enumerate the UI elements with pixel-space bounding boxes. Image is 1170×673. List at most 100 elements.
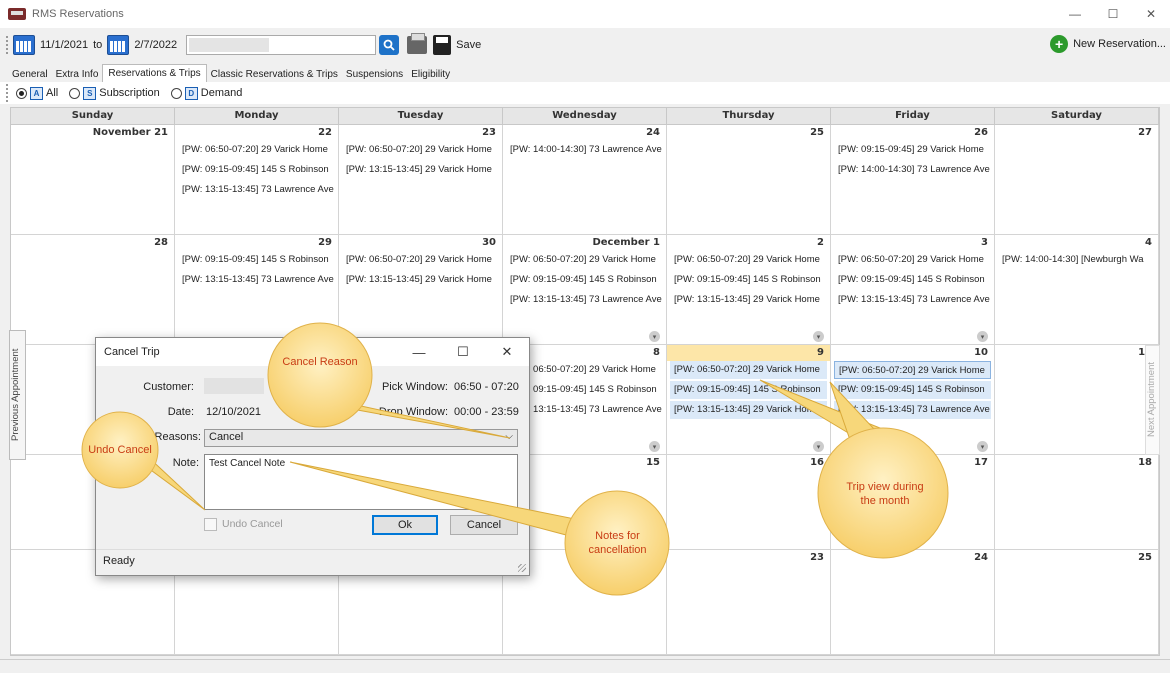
redacted-text: [189, 38, 270, 52]
day-cell[interactable]: 25: [995, 550, 1159, 655]
save-icon[interactable]: [433, 35, 452, 55]
to-date[interactable]: 2/7/2022: [134, 39, 177, 51]
day-number: 23: [482, 127, 496, 138]
trip-appointment[interactable]: [PW: 13:15-13:45] 73 Lawrence Ave: [178, 181, 335, 199]
trip-appointment[interactable]: [PW: 14:00-14:30] 73 Lawrence Ave: [834, 161, 991, 179]
day-cell[interactable]: 30 [PW: 06:50-07:20] 29 Varick Home [PW: 1…: [339, 235, 503, 345]
day-cell[interactable]: 24 [PW: 14:00-14:30] 73 Lawrence Ave: [503, 125, 667, 235]
day-cell[interactable]: 16: [667, 455, 831, 550]
close-button[interactable]: ✕: [1132, 0, 1170, 28]
to-date-calendar-icon[interactable]: [107, 35, 130, 55]
ok-button[interactable]: Ok: [372, 515, 438, 535]
day-cell[interactable]: 2 [PW: 06:50-07:20] 29 Varick Home [PW: 09…: [667, 235, 831, 345]
cancel-button[interactable]: Cancel: [450, 515, 518, 535]
tab-eligibility[interactable]: Eligibility: [407, 67, 454, 82]
trip-appointment[interactable]: [PW: 09:15-09:45] 145 S Robinson: [834, 271, 991, 289]
day-cell[interactable]: 23 [PW: 06:50-07:20] 29 Varick Home [PW: 1…: [339, 125, 503, 235]
expand-more-icon[interactable]: ▾: [977, 331, 988, 342]
filter-subscription-label[interactable]: Subscription: [99, 87, 160, 99]
trip-appointment[interactable]: [PW: 13:15-13:45] 73 Lawrence Ave: [834, 291, 991, 309]
day-cell[interactable]: 22 [PW: 06:50-07:20] 29 Varick Home [PW: 0…: [175, 125, 339, 235]
trip-appointment[interactable]: [PW: 09:15-09:45] 145 S Robinson: [178, 251, 335, 269]
minimize-button[interactable]: —: [1056, 0, 1094, 28]
maximize-button[interactable]: ☐: [1094, 0, 1132, 28]
day-cell[interactable]: 18: [995, 455, 1159, 550]
day-cell[interactable]: 3 [PW: 06:50-07:20] 29 Varick Home [PW: 09…: [831, 235, 995, 345]
tab-extra-info[interactable]: Extra Info: [52, 67, 103, 82]
day-cell[interactable]: 26 [PW: 09:15-09:45] 29 Varick Home [PW: 1…: [831, 125, 995, 235]
tab-general[interactable]: General: [8, 67, 52, 82]
filter-demand-radio[interactable]: [170, 87, 182, 99]
expand-more-icon[interactable]: ▾: [813, 331, 824, 342]
trip-appointment[interactable]: [PW: 06:50-07:20] 29 Varick Home: [670, 361, 827, 379]
trip-appointment[interactable]: [PW: 13:15-13:45] 29 Varick Home: [670, 291, 827, 309]
trip-appointment[interactable]: [PW: 06:50-07:20] 29 Varick Home: [670, 251, 827, 269]
print-icon[interactable]: [407, 33, 428, 54]
trip-appointment[interactable]: [PW: 13:15-13:45] 73 Lawrence Ave: [178, 271, 335, 289]
day-cell[interactable]: 23: [667, 550, 831, 655]
trip-appointment[interactable]: [PW: 13:15-13:45] 29 Varick Home: [342, 161, 499, 179]
expand-more-icon[interactable]: ▾: [977, 441, 988, 452]
trip-appointment[interactable]: [PW: 14:00-14:30] [Newburgh Wa: [998, 251, 1155, 269]
trip-appointment[interactable]: [PW: 06:50-07:20] 29 Varick Home: [506, 251, 663, 269]
filter-all-label[interactable]: All: [46, 87, 58, 99]
trip-appointment[interactable]: [PW: 13:15-13:45] 73 Lawrence Ave: [834, 401, 991, 419]
tab-reservations-trips[interactable]: Reservations & Trips: [102, 64, 207, 82]
day-cell[interactable]: 28: [11, 235, 175, 345]
day-cell[interactable]: 27: [995, 125, 1159, 235]
toolbar-grip: [6, 36, 9, 54]
trip-appointment[interactable]: [PW: 06:50-07:20] 29 Varick Home: [834, 251, 991, 269]
next-appointment-tab[interactable]: Next Appointment: [1145, 345, 1160, 455]
dialog-close-button[interactable]: ✕: [485, 338, 529, 366]
trip-appointment[interactable]: [PW: 06:50-07:20] 29 Varick Home: [342, 141, 499, 159]
search-input[interactable]: [186, 35, 377, 55]
trip-appointment[interactable]: [PW: 09:15-09:45] 145 S Robinson: [178, 161, 335, 179]
tab-classic-reservations-trips[interactable]: Classic Reservations & Trips: [207, 67, 342, 82]
day-cell[interactable]: 10 [PW: 06:50-07:20] 29 Varick Home [PW: 0…: [831, 345, 995, 455]
expand-more-icon[interactable]: ▾: [649, 441, 660, 452]
trip-appointment[interactable]: [PW: 09:15-09:45] 29 Varick Home: [834, 141, 991, 159]
trip-appointment[interactable]: [PW: 14:00-14:30] 73 Lawrence Ave: [506, 141, 663, 159]
day-cell[interactable]: November 21: [11, 125, 175, 235]
day-cell[interactable]: 25: [667, 125, 831, 235]
customer-label: Customer:: [143, 381, 194, 393]
previous-appointment-tab[interactable]: Previous Appointment: [9, 330, 26, 460]
resize-grip-icon[interactable]: [518, 564, 526, 572]
trip-appointment[interactable]: [PW: 13:15-13:45] 29 Varick Home: [670, 401, 827, 419]
day-number: 16: [810, 457, 824, 468]
day-cell[interactable]: 24: [831, 550, 995, 655]
filter-demand-label[interactable]: Demand: [201, 87, 243, 99]
from-date[interactable]: 11/1/2021: [40, 39, 88, 51]
filter-subscription-radio[interactable]: [69, 87, 81, 99]
filter-all-radio[interactable]: [16, 87, 27, 99]
trip-appointment[interactable]: [PW: 09:15-09:45] 145 S Robinson: [670, 381, 827, 399]
note-textarea[interactable]: Test Cancel Note: [204, 454, 518, 510]
trip-appointment[interactable]: [PW: 06:50-07:20] 29 Varick Home: [834, 361, 991, 379]
trip-appointment[interactable]: [PW: 06:50-07:20] 29 Varick Home: [178, 141, 335, 159]
trip-appointment[interactable]: [PW: 13:15-13:45] 73 Lawrence Ave: [506, 291, 663, 309]
dialog-minimize-button[interactable]: —: [397, 338, 441, 366]
day-cell[interactable]: 4 [PW: 14:00-14:30] [Newburgh Wa: [995, 235, 1159, 345]
undo-cancel-label[interactable]: Undo Cancel: [222, 518, 283, 530]
day-cell[interactable]: 9 [PW: 06:50-07:20] 29 Varick Home [PW: 09…: [667, 345, 831, 455]
trip-appointment[interactable]: [PW: 09:15-09:45] 145 S Robinson: [670, 271, 827, 289]
day-cell[interactable]: 11: [995, 345, 1159, 455]
save-button[interactable]: Save: [456, 39, 481, 51]
weekday-friday: Friday: [831, 108, 995, 125]
from-date-calendar-icon[interactable]: [13, 35, 35, 55]
tab-suspensions[interactable]: Suspensions: [342, 67, 407, 82]
cancel-reason-value: Cancel: [209, 431, 244, 443]
dialog-maximize-button[interactable]: ☐: [441, 338, 485, 366]
undo-cancel-checkbox[interactable]: [204, 518, 217, 531]
trip-appointment[interactable]: [PW: 09:15-09:45] 145 S Robinson: [506, 271, 663, 289]
expand-more-icon[interactable]: ▾: [813, 441, 824, 452]
day-cell[interactable]: 29 [PW: 09:15-09:45] 145 S Robinson [PW: 1…: [175, 235, 339, 345]
trip-appointment[interactable]: [PW: 13:15-13:45] 29 Varick Home: [342, 271, 499, 289]
new-reservation-button[interactable]: + New Reservation...: [1050, 35, 1166, 53]
day-cell[interactable]: December 1 [PW: 06:50-07:20] 29 Varick Ho…: [503, 235, 667, 345]
expand-more-icon[interactable]: ▾: [649, 331, 660, 342]
cancel-reasons-select[interactable]: Cancel ⌵: [204, 429, 518, 447]
trip-appointment[interactable]: [PW: 06:50-07:20] 29 Varick Home: [342, 251, 499, 269]
search-button[interactable]: [379, 35, 400, 55]
trip-appointment[interactable]: [PW: 09:15-09:45] 145 S Robinson: [834, 381, 991, 399]
